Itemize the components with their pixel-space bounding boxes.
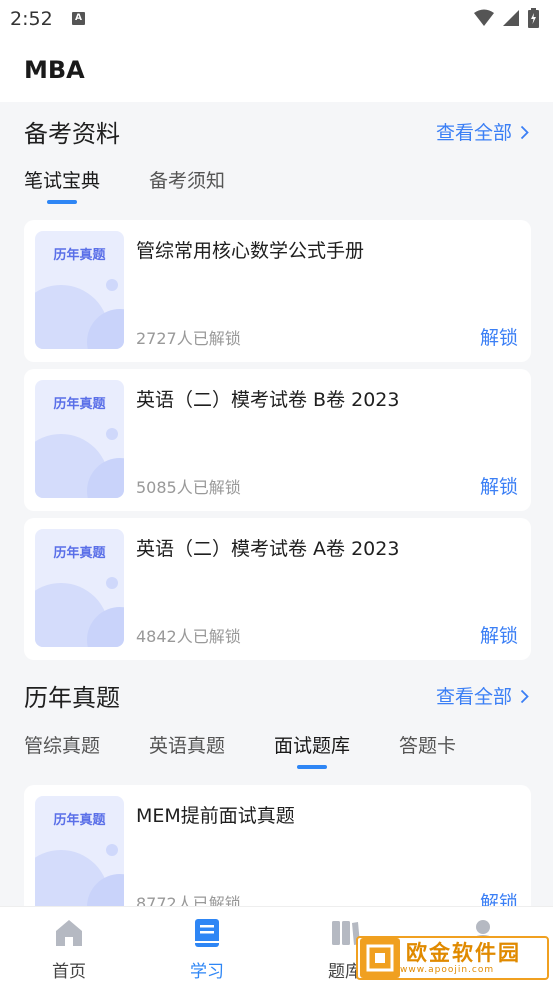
card-title: 管综常用核心数学公式手册 xyxy=(136,240,365,262)
prep-tabs: 笔试宝典 备考须知 xyxy=(24,166,529,206)
nav-study[interactable]: 学习 xyxy=(167,917,247,982)
unlock-button[interactable]: 解锁 xyxy=(480,472,518,499)
status-time: 2:52 xyxy=(10,8,53,30)
card-title: MEM提前面试真题 xyxy=(136,805,295,827)
unlock-count: 5085人已解锁 xyxy=(136,478,241,497)
card-thumbnail: 历年真题 xyxy=(35,796,124,914)
chevron-right-icon xyxy=(520,689,529,703)
watermark-logo: 欧金软件园 www.apoojin.com xyxy=(356,936,549,980)
see-all-label: 查看全部 xyxy=(435,686,512,708)
nav-label: 学习 xyxy=(190,962,224,982)
page-title: MBA xyxy=(24,56,85,84)
home-icon xyxy=(56,920,82,946)
see-all-exams-link[interactable]: 查看全部 xyxy=(436,682,529,709)
thumbnail-label: 历年真题 xyxy=(53,248,106,263)
material-card[interactable]: 历年真题 英语（二）模考试卷 B卷 2023 5085人已解锁 解锁 xyxy=(24,369,531,511)
tab-english-exams[interactable]: 英语真题 xyxy=(149,731,225,771)
tab-management-exams[interactable]: 管综真题 xyxy=(24,731,100,771)
card-thumbnail: 历年真题 xyxy=(35,231,124,349)
battery-icon xyxy=(528,8,539,28)
tab-answer-sheet[interactable]: 答题卡 xyxy=(399,731,456,771)
see-all-label: 查看全部 xyxy=(435,122,512,144)
section-title: 历年真题 xyxy=(24,684,120,712)
card-title: 英语（二）模考试卷 B卷 2023 xyxy=(136,389,400,411)
unlock-button[interactable]: 解锁 xyxy=(480,621,518,648)
watermark-icon xyxy=(360,938,400,978)
see-all-prep-link[interactable]: 查看全部 xyxy=(436,118,529,145)
wifi-icon xyxy=(474,9,494,26)
unlock-count: 4842人已解锁 xyxy=(136,627,241,646)
thumbnail-label: 历年真题 xyxy=(53,397,106,412)
section-title: 备考资料 xyxy=(24,120,120,148)
status-icons xyxy=(474,8,539,28)
notification-icon: A xyxy=(72,12,85,25)
material-card[interactable]: 历年真题 英语（二）模考试卷 A卷 2023 4842人已解锁 解锁 xyxy=(24,518,531,660)
tab-written-exam[interactable]: 笔试宝典 xyxy=(24,166,100,206)
material-card[interactable]: 历年真题 管综常用核心数学公式手册 2727人已解锁 解锁 xyxy=(24,220,531,362)
signal-icon xyxy=(503,10,519,26)
tab-interview-bank[interactable]: 面试题库 xyxy=(274,731,350,771)
nav-home[interactable]: 首页 xyxy=(29,917,109,982)
thumbnail-label: 历年真题 xyxy=(53,813,106,828)
chevron-right-icon xyxy=(520,125,529,139)
status-bar: 2:52 A xyxy=(0,0,553,38)
watermark-text: 欧金软件园 xyxy=(406,941,521,965)
app-header: MBA xyxy=(0,38,553,102)
section-prep-materials-header: 备考资料 查看全部 xyxy=(24,114,529,150)
unlock-button[interactable]: 解锁 xyxy=(480,323,518,350)
watermark-url: www.apoojin.com xyxy=(400,965,495,975)
book-icon xyxy=(195,919,219,947)
thumbnail-label: 历年真题 xyxy=(53,546,106,561)
exam-tabs: 管综真题 英语真题 面试题库 答题卡 xyxy=(24,731,529,771)
unlock-count: 2727人已解锁 xyxy=(136,329,241,348)
nav-label: 首页 xyxy=(52,962,86,982)
tab-exam-notes[interactable]: 备考须知 xyxy=(149,166,225,206)
card-thumbnail: 历年真题 xyxy=(35,529,124,647)
card-title: 英语（二）模考试卷 A卷 2023 xyxy=(136,538,400,560)
card-thumbnail: 历年真题 xyxy=(35,380,124,498)
section-past-exams-header: 历年真题 查看全部 xyxy=(24,678,529,714)
